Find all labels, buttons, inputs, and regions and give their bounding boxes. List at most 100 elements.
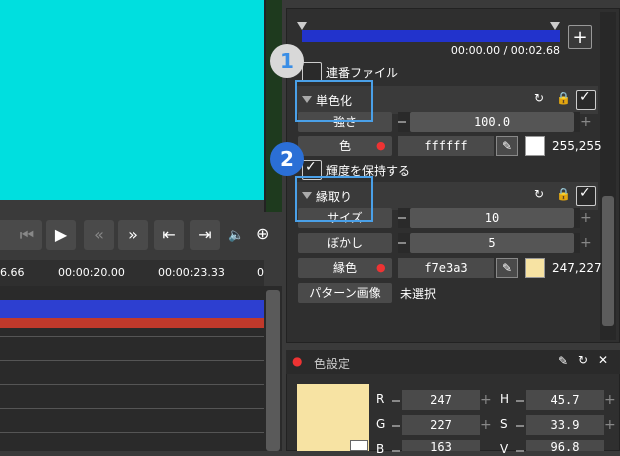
video-preview [0, 0, 264, 200]
play-icon[interactable]: ▶ [46, 220, 76, 250]
close-icon[interactable]: ✕ [598, 353, 608, 367]
b-label: B [376, 442, 385, 456]
step-back-icon[interactable]: ⏮ [12, 220, 42, 250]
time-display: 00:00.00 / 00:02.68 [450, 44, 560, 57]
color-label[interactable]: 色 ● [298, 136, 392, 156]
pattern-image-button[interactable]: パターン画像 [298, 283, 392, 303]
eyedropper-icon[interactable]: ✎ [496, 258, 518, 278]
decrement-icon[interactable] [398, 217, 406, 219]
g-value-input[interactable]: 227 [402, 415, 480, 435]
color-swatch[interactable] [525, 136, 545, 156]
eyedropper-icon[interactable]: ✎ [558, 354, 568, 368]
decrement-icon[interactable] [516, 400, 524, 402]
blur-slider[interactable]: 5 + [398, 233, 592, 253]
tick-label: 6.66 [0, 266, 25, 279]
transport-toolbar: ⏮ ▶ « » ⇤ ⇥ 🔈 ⊕ [0, 214, 282, 258]
tick-label: 00:00:23.33 [158, 266, 225, 279]
color-wheel-icon[interactable]: ● [376, 258, 386, 278]
color-wheel-icon[interactable]: ● [376, 136, 386, 156]
color-settings-header: ● 色設定 ✎ ↻ ✕ [286, 350, 620, 374]
lock-icon[interactable]: 🔒 [556, 187, 571, 201]
pattern-image-value: 未選択 [400, 287, 437, 301]
color-settings-title: 色設定 [314, 357, 351, 371]
reset-icon[interactable]: ↻ [534, 91, 544, 105]
r-value-input[interactable]: 247 [402, 390, 480, 410]
go-to-start-icon[interactable]: ⇤ [154, 220, 184, 250]
seek-end-marker[interactable] [550, 22, 560, 30]
increment-icon[interactable]: + [580, 115, 592, 129]
callout-1: 1 [270, 44, 304, 78]
callout-1-box [295, 80, 373, 122]
size-slider[interactable]: 10 + [398, 208, 592, 228]
strength-value: 100.0 [473, 115, 511, 129]
border-color-label[interactable]: 縁色 ● [298, 258, 392, 278]
track-divider [0, 336, 264, 337]
increment-icon[interactable]: + [480, 393, 492, 407]
color-rgb-text: 255,255 [552, 139, 602, 153]
previous-color-swatch[interactable] [350, 440, 368, 451]
sequence-label: 連番ファイル [326, 66, 399, 80]
preview-side-strip [266, 0, 282, 212]
strength-slider[interactable]: 100.0 + [398, 112, 592, 132]
border-enable-checkbox[interactable] [576, 185, 596, 206]
v-value-input[interactable]: 96.8 [526, 440, 604, 454]
go-to-end-icon[interactable]: ⇥ [190, 220, 220, 250]
tick-label: 00:00:20.00 [58, 266, 125, 279]
rewind-icon[interactable]: « [84, 220, 114, 250]
s-label: S [500, 417, 508, 431]
v-label: V [500, 442, 509, 456]
zoom-icon[interactable]: ⊕ [256, 224, 269, 243]
increment-icon[interactable]: + [580, 211, 592, 225]
blur-label[interactable]: ぼかし [298, 233, 392, 253]
color-wheel-icon: ● [292, 354, 303, 368]
track-divider [0, 384, 264, 385]
refresh-icon[interactable]: ↻ [578, 353, 588, 367]
border-color-hex-input[interactable]: f7e3a3 [398, 258, 494, 278]
g-label: G [376, 417, 386, 431]
seek-start-marker[interactable] [297, 22, 307, 30]
lock-icon[interactable]: 🔒 [556, 91, 571, 105]
h-value-input[interactable]: 45.7 [526, 390, 604, 410]
increment-icon[interactable]: + [604, 393, 616, 407]
decrement-icon[interactable] [516, 450, 524, 452]
tick-label: 0 [257, 266, 264, 279]
blur-value: 5 [488, 236, 496, 250]
add-button[interactable]: + [568, 25, 592, 49]
decrement-icon[interactable] [516, 425, 524, 427]
effects-scroll-thumb[interactable] [602, 196, 614, 326]
track-divider [0, 408, 264, 409]
fast-forward-icon[interactable]: » [118, 220, 148, 250]
track-divider [0, 432, 264, 433]
s-value-input[interactable]: 33.9 [526, 415, 604, 435]
decrement-icon[interactable] [392, 425, 400, 427]
eyedropper-icon[interactable]: ✎ [496, 136, 518, 156]
audio-waveform[interactable] [0, 300, 264, 318]
border-color-rgb-text: 247,227 [552, 261, 602, 275]
callout-2-box [295, 176, 373, 222]
clip-bar[interactable] [0, 318, 264, 328]
color-label-text: 色 [338, 139, 351, 153]
decrement-icon[interactable] [398, 121, 406, 123]
size-value: 10 [484, 211, 500, 225]
decrement-icon[interactable] [392, 450, 400, 452]
color-hex-input[interactable]: ffffff [398, 136, 494, 156]
timeline-ruler[interactable]: 6.66 00:00:20.00 00:00:23.33 0 [0, 260, 264, 286]
monochrome-enable-checkbox[interactable] [576, 89, 596, 110]
sequence-checkbox[interactable] [302, 62, 322, 82]
decrement-icon[interactable] [392, 400, 400, 402]
border-color-swatch[interactable] [525, 258, 545, 278]
seek-bar[interactable] [302, 30, 560, 42]
decrement-icon[interactable] [398, 242, 406, 244]
volume-icon[interactable]: 🔈 [228, 228, 244, 243]
r-label: R [376, 392, 385, 406]
callout-2: 2 [270, 142, 304, 176]
border-color-label-text: 縁色 [332, 261, 357, 275]
h-label: H [500, 392, 510, 406]
increment-icon[interactable]: + [604, 418, 616, 432]
b-value-input[interactable]: 163 [402, 440, 480, 454]
timeline-scroll-thumb[interactable] [266, 290, 280, 451]
reset-icon[interactable]: ↻ [534, 187, 544, 201]
increment-icon[interactable]: + [580, 236, 592, 250]
increment-icon[interactable]: + [480, 418, 492, 432]
track-divider [0, 360, 264, 361]
